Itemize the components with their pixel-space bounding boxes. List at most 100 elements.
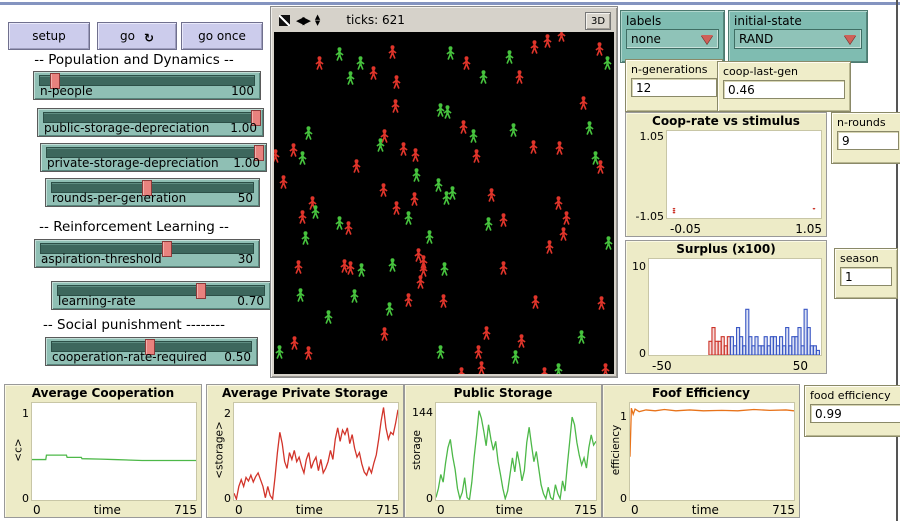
- person-agent-red: [562, 210, 571, 225]
- x-axis: 0 time 715: [437, 503, 597, 517]
- x-axis-label: time: [691, 503, 719, 517]
- y-axis: 1.05 -1.05: [635, 130, 664, 223]
- person-agent-red: [474, 344, 483, 359]
- y-axis: 10 0: [632, 260, 646, 360]
- person-agent-red: [410, 191, 419, 206]
- monitor-value: 12: [631, 78, 717, 97]
- plot-title: Public Storage: [453, 386, 553, 400]
- person-agent-green: [412, 167, 421, 182]
- x-axis-label: time: [93, 503, 121, 517]
- person-agent-red: [315, 55, 324, 70]
- person-agent-red: [540, 366, 549, 374]
- y-axis-label: <storage>: [213, 421, 226, 479]
- person-agent-red: [439, 293, 448, 308]
- person-agent-red: [298, 209, 307, 224]
- section-social-punishment: -- Social punishment --------: [43, 317, 225, 333]
- x-axis: -0.05 1.05: [670, 222, 822, 236]
- person-agent-green: [301, 230, 310, 245]
- average-cooperation-plot: Average Cooperation 1 0 <c> 0 time 715: [4, 384, 202, 518]
- view-size-icon[interactable]: [279, 14, 290, 26]
- ticks-counter: ticks: 621: [346, 13, 405, 27]
- person-agent-red: [531, 294, 540, 309]
- person-agent-green: [388, 257, 397, 272]
- surplus-plot: Surplus (x100) 10 0 -50 50: [625, 240, 827, 374]
- person-agent-green: [479, 69, 488, 84]
- person-agent-green: [275, 344, 284, 359]
- person-agent-green: [385, 301, 394, 316]
- slider-label: rounds-per-generation: [52, 191, 187, 205]
- person-agent-green: [585, 120, 594, 135]
- person-agent-red: [380, 326, 389, 341]
- learning-rate-slider[interactable]: learning-rate 0.70: [51, 281, 271, 310]
- go-button-label: go: [119, 29, 135, 43]
- person-agent-green: [436, 344, 445, 359]
- slider-label: public-storage-depreciation: [44, 121, 210, 135]
- person-agent-red: [416, 274, 425, 289]
- person-agent-red: [482, 325, 491, 340]
- person-agent-green: [554, 362, 563, 374]
- plot-title: Coop-rate vs stimulus: [652, 114, 800, 128]
- go-once-button[interactable]: go once: [181, 22, 263, 50]
- person-agent-red: [517, 333, 526, 348]
- plot-area: [648, 258, 822, 356]
- person-agent-red: [529, 139, 538, 154]
- x-axis-label: time: [295, 503, 323, 517]
- cooperation-rate-required-slider[interactable]: cooperation-rate-required 0.50: [45, 337, 258, 366]
- plot-area: [435, 402, 597, 501]
- x-axis: -50 50: [652, 359, 808, 373]
- season-monitor: season 1: [834, 248, 898, 299]
- slider-value: 30: [237, 252, 253, 266]
- view-3d-button[interactable]: 3D: [585, 12, 611, 30]
- plot-title: Average Private Storage: [222, 386, 388, 400]
- person-agent-green: [335, 215, 344, 230]
- monitor-label: food efficiency: [810, 389, 891, 402]
- n-people-slider[interactable]: n-people 100: [33, 71, 261, 100]
- person-agent-red: [352, 158, 361, 173]
- aspiration-threshold-slider[interactable]: aspiration-threshold 30: [34, 239, 260, 268]
- x-axis: 0 time 715: [33, 503, 197, 517]
- person-agent-red: [290, 335, 299, 350]
- rounds-per-generation-slider[interactable]: rounds-per-generation 50: [45, 178, 260, 207]
- person-agent-red: [579, 95, 588, 110]
- chooser-value: none: [631, 32, 661, 46]
- coop-rate-vs-stimulus-plot: Coop-rate vs stimulus 1.05 -1.05 -0.05 1…: [625, 112, 827, 237]
- labels-chooser[interactable]: labels none: [620, 10, 725, 63]
- public-storage-depreciation-slider[interactable]: public-storage-depreciation 1.00: [37, 108, 264, 137]
- person-agent-red: [369, 65, 378, 80]
- person-agent-red: [477, 360, 486, 374]
- person-agent-red: [289, 142, 298, 157]
- monitor-value: 0.46: [723, 80, 845, 99]
- person-agent-red: [595, 41, 604, 56]
- monitor-value: 1: [840, 267, 892, 286]
- person-agent-red: [515, 69, 524, 84]
- initial-state-chooser-dropdown[interactable]: RAND: [734, 29, 862, 49]
- chooser-label: initial-state: [734, 14, 802, 28]
- person-agent-green: [357, 262, 366, 277]
- average-private-storage-plot: Average Private Storage 2 0 <storage> 0 …: [206, 384, 404, 518]
- plot-title: Average Cooperation: [31, 386, 175, 400]
- y-axis: 1 0 <c>: [12, 407, 29, 505]
- person-agent-red: [601, 362, 610, 374]
- vertical-resize-icon[interactable]: ▲ ▼: [315, 14, 320, 27]
- private-storage-depreciation-slider[interactable]: private-storage-depreciation 1.00: [40, 143, 267, 172]
- person-agent-green: [434, 177, 443, 192]
- view-header: ◀▶ ▲ ▼ ticks: 621 3D: [273, 9, 615, 31]
- person-agent-red: [404, 292, 413, 307]
- go-button[interactable]: go ↻: [97, 22, 177, 50]
- foof-efficiency-plot: Foof Efficiency 1 0 efficiency 0 time 71…: [602, 384, 800, 518]
- initial-state-chooser[interactable]: initial-state RAND: [728, 10, 868, 63]
- horizontal-resize-icon[interactable]: ◀▶: [296, 14, 311, 27]
- chooser-value: RAND: [739, 32, 774, 46]
- plot-title: Surplus (x100): [676, 242, 776, 256]
- monitor-label: coop-last-gen: [723, 65, 798, 78]
- monitor-label: n-generations: [631, 63, 708, 76]
- slider-value: 0.50: [224, 350, 251, 364]
- window-top-strip: [0, 2, 900, 5]
- plot-area: [31, 402, 197, 501]
- labels-chooser-dropdown[interactable]: none: [626, 29, 719, 49]
- public-storage-plot: Public Storage 144 0 storage 0 time 715: [404, 384, 602, 518]
- forever-icon: ↻: [143, 31, 155, 45]
- person-agent-green: [604, 235, 613, 250]
- setup-button[interactable]: setup: [8, 22, 90, 50]
- person-agent-red: [555, 140, 564, 155]
